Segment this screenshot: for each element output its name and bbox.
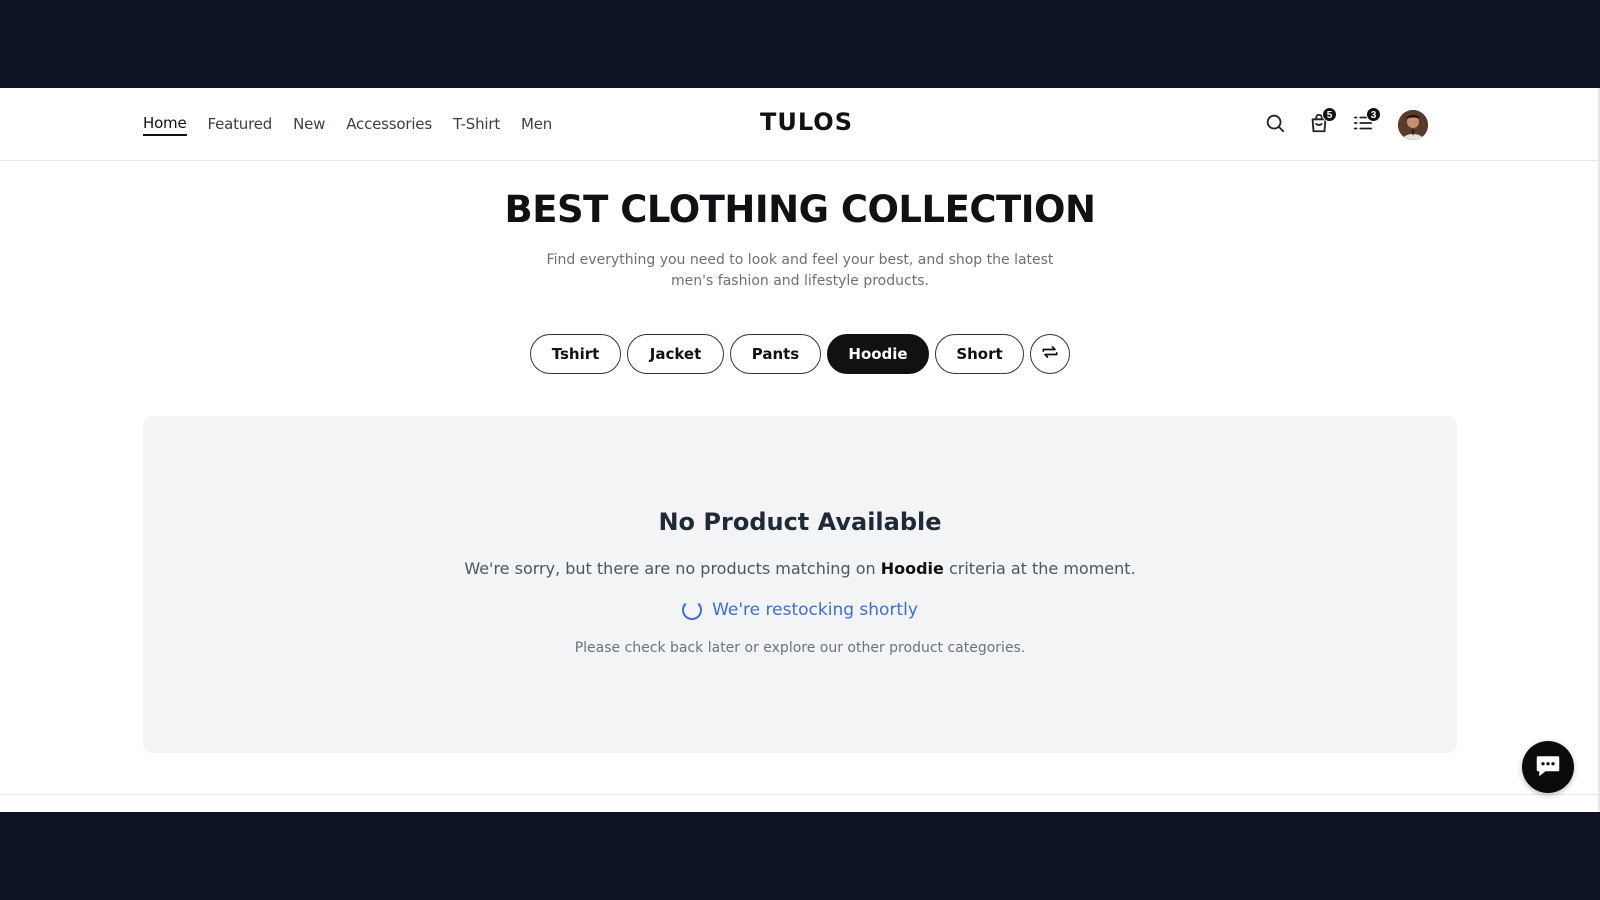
restock-text: We're restocking shortly (712, 600, 918, 620)
avatar[interactable] (1398, 109, 1428, 140)
nav-accessories[interactable]: Accessories (346, 115, 432, 135)
header-actions: 5 3 (1262, 88, 1428, 161)
empty-message-prefix: We're sorry, but there are no products m… (464, 559, 876, 578)
nav-home[interactable]: Home (143, 114, 187, 136)
category-filters: Tshirt Jacket Pants Hoodie Short (0, 334, 1600, 374)
search-button[interactable] (1262, 112, 1288, 138)
page-title: BEST CLOTHING COLLECTION (504, 188, 1096, 231)
empty-state-note: Please check back later or explore our o… (574, 640, 1026, 656)
list-count-badge: 3 (1366, 106, 1381, 122)
swap-arrows-icon (1040, 342, 1060, 366)
brand-logo[interactable]: TULOS (760, 108, 852, 136)
chat-button[interactable] (1522, 741, 1574, 793)
chat-bubble-icon (1533, 750, 1563, 784)
shuffle-categories-button[interactable] (1030, 334, 1070, 374)
nav-new[interactable]: New (293, 115, 325, 135)
footer-divider (0, 794, 1600, 795)
empty-state-panel: No Product Available We're sorry, but th… (143, 416, 1457, 753)
category-short[interactable]: Short (935, 334, 1024, 374)
nav-men[interactable]: Men (521, 115, 552, 135)
cart-count-badge: 5 (1322, 106, 1337, 122)
nav-featured[interactable]: Featured (208, 115, 273, 135)
empty-state-title: No Product Available (658, 508, 942, 536)
top-frame-bar (0, 0, 1600, 88)
page-subtitle: Find everything you need to look and fee… (546, 252, 1054, 289)
category-hoodie[interactable]: Hoodie (827, 334, 929, 374)
category-pants[interactable]: Pants (730, 334, 821, 374)
empty-message-suffix: criteria at the moment. (948, 559, 1136, 578)
list-button[interactable]: 3 (1350, 106, 1381, 138)
nav-t-shirt[interactable]: T-Shirt (453, 115, 500, 135)
main-nav: Home Featured New Accessories T-Shirt Me… (143, 88, 552, 161)
empty-state-message: We're sorry, but there are no products m… (143, 559, 1457, 578)
site-header: Home Featured New Accessories T-Shirt Me… (0, 88, 1600, 161)
restock-status: We're restocking shortly (143, 600, 1457, 620)
loading-spinner-icon (682, 600, 703, 620)
search-icon (1264, 112, 1286, 138)
category-jacket[interactable]: Jacket (627, 334, 724, 374)
category-tshirt[interactable]: Tshirt (530, 334, 621, 374)
bottom-frame-bar (0, 812, 1600, 900)
page: Home Featured New Accessories T-Shirt Me… (0, 88, 1600, 812)
cart-button[interactable]: 5 (1306, 106, 1337, 138)
empty-message-category: Hoodie (880, 559, 944, 578)
